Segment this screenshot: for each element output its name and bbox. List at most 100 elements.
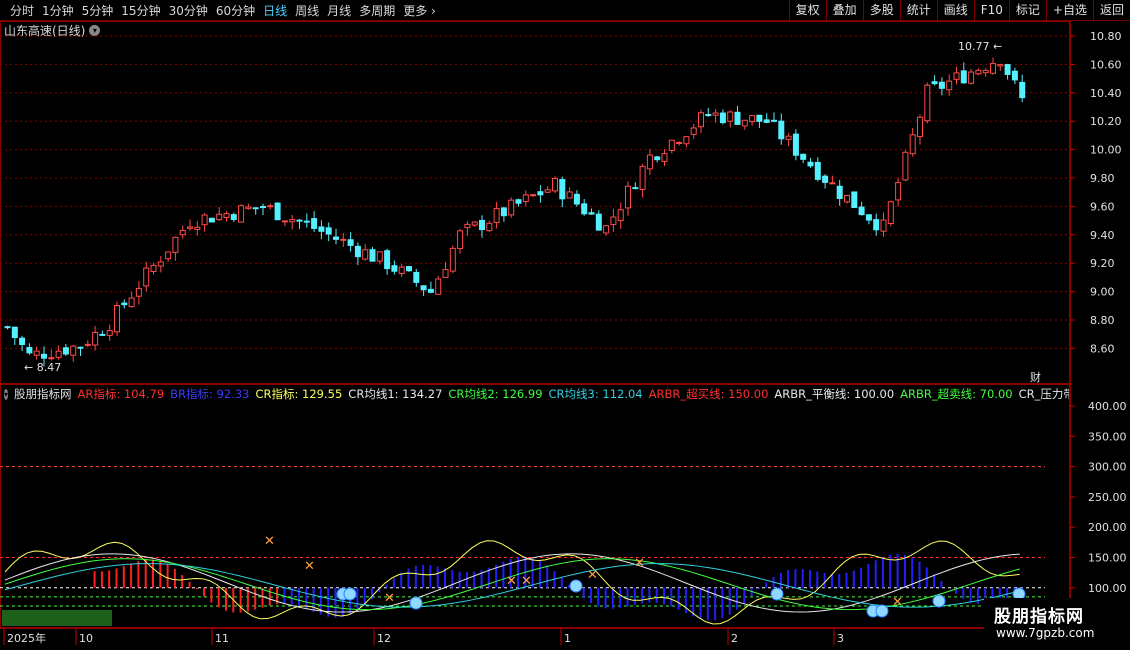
candle-31 (230, 212, 237, 223)
candle-79 (581, 198, 588, 216)
ind-axis-label: 250.00 (1088, 491, 1127, 504)
candle-138 (1011, 67, 1018, 85)
candle-130 (953, 67, 960, 85)
price-axis-label: 9.00 (1090, 286, 1115, 299)
candle-125 (917, 114, 923, 145)
candle-83 (610, 208, 617, 232)
candle-108 (792, 129, 799, 161)
candle-133 (975, 68, 982, 76)
candle-105 (771, 112, 777, 123)
candle-53 (391, 260, 398, 275)
date-axis-label: 2025年 (7, 631, 46, 645)
date-axis-label: 12 (377, 632, 391, 645)
buy-signal-icon (770, 587, 784, 601)
candle-39 (289, 215, 296, 230)
buy-signal-icon (409, 596, 423, 610)
sell-signal-icon: ✕ (384, 591, 395, 606)
watermark-title: 股朋指标网 (994, 607, 1084, 627)
candle-99 (727, 110, 734, 128)
candle-27 (201, 213, 208, 232)
candle-74 (544, 186, 551, 193)
chevron-down-icon[interactable]: ▾ (4, 388, 9, 400)
candle-1 (11, 326, 18, 346)
candle-81 (595, 210, 602, 231)
candle-47 (347, 232, 354, 252)
candle-15 (114, 301, 120, 337)
candle-51 (376, 251, 383, 265)
candle-63 (464, 221, 471, 236)
indicator-name[interactable]: 股朋指标网 (14, 386, 72, 402)
candle-69 (508, 197, 515, 218)
high-price-marker: 10.77 ← (958, 40, 1002, 53)
indicator-value-1: BR指标: 92.33 (170, 387, 250, 401)
price-axis-label: 10.00 (1090, 144, 1122, 157)
candle-97 (712, 109, 719, 123)
price-axis-label: 9.40 (1090, 229, 1115, 242)
candle-134 (982, 68, 989, 77)
candle-104 (763, 113, 770, 124)
candle-111 (814, 157, 821, 182)
sell-signal-icon: ✕ (587, 568, 598, 583)
candle-17 (128, 291, 135, 308)
candle-26 (194, 221, 201, 236)
candle-135 (990, 57, 996, 75)
candle-87 (639, 163, 646, 198)
candle-121 (887, 200, 894, 227)
ind-axis-label: 350.00 (1088, 430, 1127, 443)
candle-86 (632, 182, 639, 190)
candle-84 (617, 202, 624, 230)
candle-137 (1004, 63, 1011, 80)
candle-85 (625, 181, 631, 216)
candle-95 (698, 109, 704, 134)
ind-axis-label: 150.00 (1088, 552, 1127, 565)
candle-37 (274, 202, 281, 221)
watermark-url: www.7gpzb.com (996, 626, 1095, 640)
buy-signal-icon (932, 594, 946, 608)
candle-52 (384, 248, 391, 275)
candle-36 (267, 203, 274, 210)
candle-123 (902, 150, 909, 182)
cai-badge[interactable]: 财 (1030, 370, 1041, 384)
ind-axis-label: 100.00 (1088, 582, 1127, 595)
candle-28 (208, 217, 215, 223)
candle-80 (588, 208, 595, 215)
candle-60 (442, 262, 449, 278)
candle-113 (829, 175, 836, 185)
candle-139 (1019, 74, 1026, 103)
candle-12 (92, 325, 99, 351)
candle-101 (741, 119, 748, 130)
candle-43 (318, 220, 325, 240)
sell-signal-icon: ✕ (304, 559, 315, 574)
candle-8 (62, 343, 69, 356)
candle-114 (836, 179, 843, 206)
candle-78 (573, 190, 580, 207)
buy-signal-icon (875, 604, 889, 618)
candle-115 (844, 194, 850, 204)
candle-106 (778, 113, 785, 145)
candle-64 (471, 221, 478, 227)
date-axis-label: 1 (564, 632, 571, 645)
candle-131 (960, 62, 967, 84)
ind-axis-label: 400.00 (1088, 400, 1127, 413)
sell-signal-icon: ✕ (521, 574, 532, 589)
candle-45 (333, 228, 339, 245)
buy-signal-icon (569, 579, 583, 593)
signal-band (2, 610, 112, 626)
candle-59 (435, 275, 442, 295)
candle-93 (683, 135, 690, 148)
candle-57 (420, 285, 427, 297)
candle-136 (997, 63, 1004, 72)
candle-100 (734, 105, 741, 125)
candle-109 (800, 153, 807, 164)
price-axis-label: 8.60 (1090, 342, 1115, 355)
candle-77 (566, 187, 573, 199)
candle-116 (851, 191, 858, 209)
candle-13 (99, 330, 106, 336)
kline-chart[interactable]: 10.80 10.60 10.40 10.20 10.00 9.80 9.60 9.40 9.2… (0, 0, 1130, 650)
candle-76 (559, 176, 566, 208)
indicator-value-4: CR均线2: 126.99 (448, 387, 543, 401)
main-panel-frame (0, 21, 1070, 384)
date-axis-label: 2 (731, 632, 738, 645)
candle-68 (500, 206, 507, 222)
date-axis-label: 11 (215, 632, 229, 645)
